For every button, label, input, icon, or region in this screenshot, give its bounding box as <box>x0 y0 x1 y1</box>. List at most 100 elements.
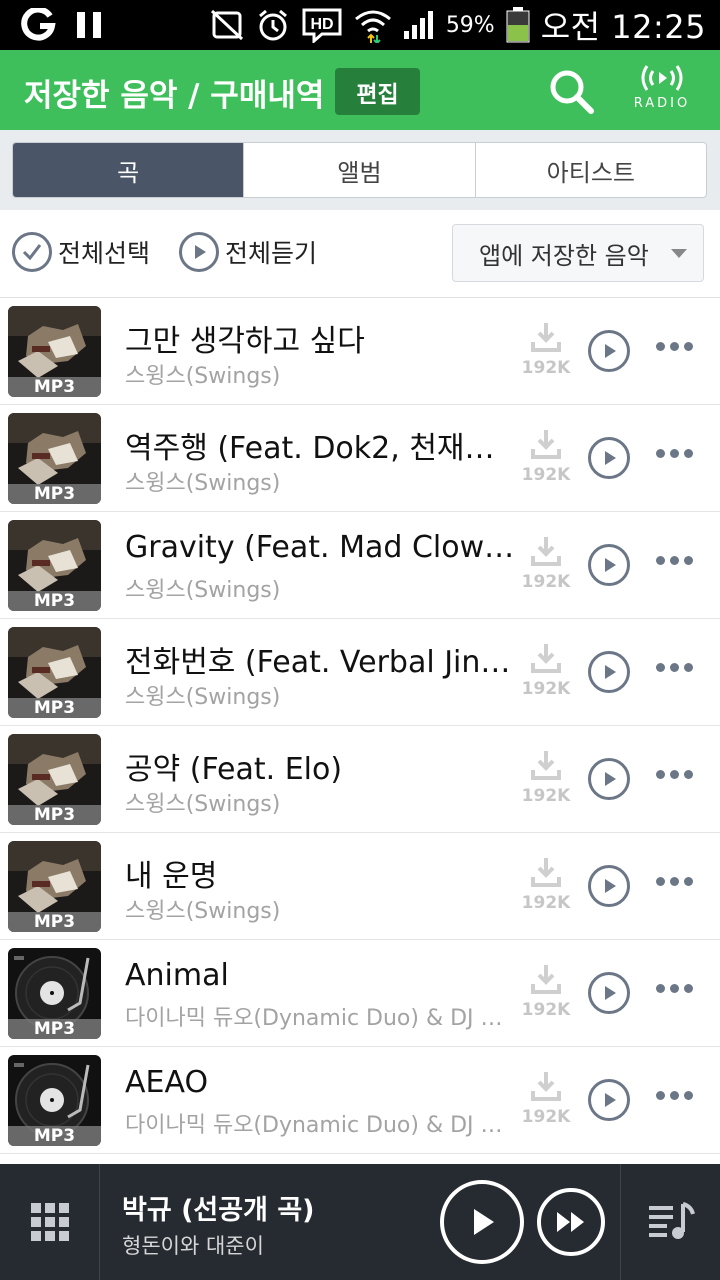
album-art: MP3 <box>8 520 101 611</box>
song-row[interactable]: MP3 역주행 (Feat. Dok2, 천재노창) 스윙스(Swings) 1… <box>0 405 720 512</box>
play-button[interactable] <box>588 330 630 372</box>
download-button[interactable]: 192K <box>522 962 570 1032</box>
clock: 오전 12:25 <box>540 8 706 46</box>
menu-grid-button[interactable] <box>0 1164 100 1280</box>
bitrate-label: 192K <box>521 465 571 485</box>
format-badge: MP3 <box>8 1019 101 1039</box>
format-badge: MP3 <box>8 377 101 397</box>
play-button[interactable] <box>588 972 630 1014</box>
now-playing-title[interactable]: 박규 (선공개 곡) <box>122 1188 315 1227</box>
pause-icon <box>77 12 101 38</box>
song-title: Animal <box>125 958 229 993</box>
more-dot-icon <box>656 449 665 458</box>
download-button[interactable]: 192K <box>522 320 570 390</box>
song-title: 공약 (Feat. Elo) <box>125 752 343 787</box>
hd-voice-icon: HD <box>302 8 342 43</box>
more-options-button[interactable] <box>656 1091 693 1100</box>
radio-button[interactable]: RADIO <box>626 62 698 120</box>
download-button[interactable]: 192K <box>522 641 570 711</box>
download-button[interactable]: 192K <box>522 748 570 818</box>
search-icon <box>550 70 594 114</box>
select-all-label: 전체선택 <box>58 239 151 268</box>
album-art: MP3 <box>8 627 101 718</box>
no-nfc-icon <box>210 9 243 41</box>
song-artist: 스윙스(Swings) <box>125 685 281 710</box>
search-button[interactable] <box>546 66 598 118</box>
format-badge: MP3 <box>8 698 101 718</box>
more-dot-icon <box>670 663 679 672</box>
more-options-button[interactable] <box>656 984 693 993</box>
more-options-button[interactable] <box>656 342 693 351</box>
play-button[interactable] <box>588 758 630 800</box>
player-next-button[interactable] <box>537 1188 605 1256</box>
song-row[interactable]: MP3 Gravity (Feat. Mad Clown, … 스윙스(Swin… <box>0 512 720 619</box>
more-dot-icon <box>656 663 665 672</box>
play-icon <box>605 344 616 358</box>
song-list[interactable]: MP3 그만 생각하고 싶다 스윙스(Swings) 192K MP3 역주행 … <box>0 298 720 1164</box>
fast-forward-icon <box>557 1212 584 1232</box>
download-button[interactable]: 192K <box>522 1069 570 1139</box>
play-all-button[interactable]: 전체듣기 <box>179 232 317 272</box>
more-options-button[interactable] <box>656 556 693 565</box>
download-button[interactable]: 192K <box>522 855 570 925</box>
play-button[interactable] <box>588 865 630 907</box>
storage-filter-dropdown[interactable]: 앱에 저장한 음악 <box>452 224 704 282</box>
song-row[interactable]: MP3 전화번호 (Feat. Verbal Jint,… 스윙스(Swings… <box>0 619 720 726</box>
play-button[interactable] <box>588 437 630 479</box>
tab-songs[interactable]: 곡 <box>13 143 244 197</box>
song-row[interactable]: MP3 공약 (Feat. Elo) 스윙스(Swings) 192K <box>0 726 720 833</box>
more-options-button[interactable] <box>656 449 693 458</box>
play-button[interactable] <box>588 651 630 693</box>
tab-albums[interactable]: 앨범 <box>243 143 474 197</box>
app-header: 저장한 음악 / 구매내역 편집 RADIO <box>0 50 720 130</box>
play-icon <box>605 879 616 893</box>
album-art: MP3 <box>8 948 101 1039</box>
playlist-button[interactable] <box>620 1164 720 1280</box>
album-art: MP3 <box>8 413 101 504</box>
song-artist: 스윙스(Swings) <box>125 899 281 924</box>
more-options-button[interactable] <box>656 877 693 886</box>
song-row[interactable]: MP3 내 운명 스윙스(Swings) 192K <box>0 833 720 940</box>
battery-icon <box>506 7 530 43</box>
play-icon <box>605 1093 616 1107</box>
song-title: 내 운명 <box>125 859 218 894</box>
album-art: MP3 <box>8 734 101 825</box>
play-icon <box>605 986 616 1000</box>
alarm-icon <box>258 9 287 41</box>
player-play-button[interactable] <box>440 1180 524 1264</box>
song-title: 역주행 (Feat. Dok2, 천재노창) <box>125 431 515 466</box>
play-button[interactable] <box>588 544 630 586</box>
format-badge: MP3 <box>8 1126 101 1146</box>
more-dot-icon <box>670 1091 679 1100</box>
play-icon <box>605 451 616 465</box>
filter-selected-value: 앱에 저장한 음악 <box>479 241 649 270</box>
svg-text:HD: HD <box>310 16 333 33</box>
download-icon <box>531 1072 561 1101</box>
check-circle-icon <box>12 232 52 272</box>
song-row[interactable]: MP3 그만 생각하고 싶다 스윙스(Swings) 192K <box>0 298 720 405</box>
mini-player: 박규 (선공개 곡) 형돈이와 대준이 <box>0 1164 720 1280</box>
select-all-button[interactable]: 전체선택 <box>12 232 150 272</box>
download-icon <box>531 323 561 352</box>
download-button[interactable]: 192K <box>522 534 570 604</box>
more-dot-icon <box>656 556 665 565</box>
chevron-down-icon <box>671 249 687 258</box>
song-title: AEAO <box>125 1065 209 1100</box>
tab-artists[interactable]: 아티스트 <box>474 143 706 197</box>
song-row[interactable]: MP3 AEAO 다이나믹 듀오(Dynamic Duo) & DJ Pr...… <box>0 1047 720 1154</box>
more-dot-icon <box>684 449 693 458</box>
download-icon <box>531 430 561 459</box>
more-dot-icon <box>684 984 693 993</box>
song-artist: 스윙스(Swings) <box>125 792 281 817</box>
download-button[interactable]: 192K <box>522 427 570 497</box>
play-button[interactable] <box>588 1079 630 1121</box>
bitrate-label: 192K <box>521 679 571 699</box>
edit-button[interactable]: 편집 <box>335 68 420 115</box>
more-options-button[interactable] <box>656 663 693 672</box>
play-icon <box>605 558 616 572</box>
album-art: MP3 <box>8 306 101 397</box>
download-icon <box>531 644 561 673</box>
song-row[interactable]: MP3 Animal 다이나믹 듀오(Dynamic Duo) & DJ Pr.… <box>0 940 720 1047</box>
more-options-button[interactable] <box>656 770 693 779</box>
more-dot-icon <box>684 556 693 565</box>
